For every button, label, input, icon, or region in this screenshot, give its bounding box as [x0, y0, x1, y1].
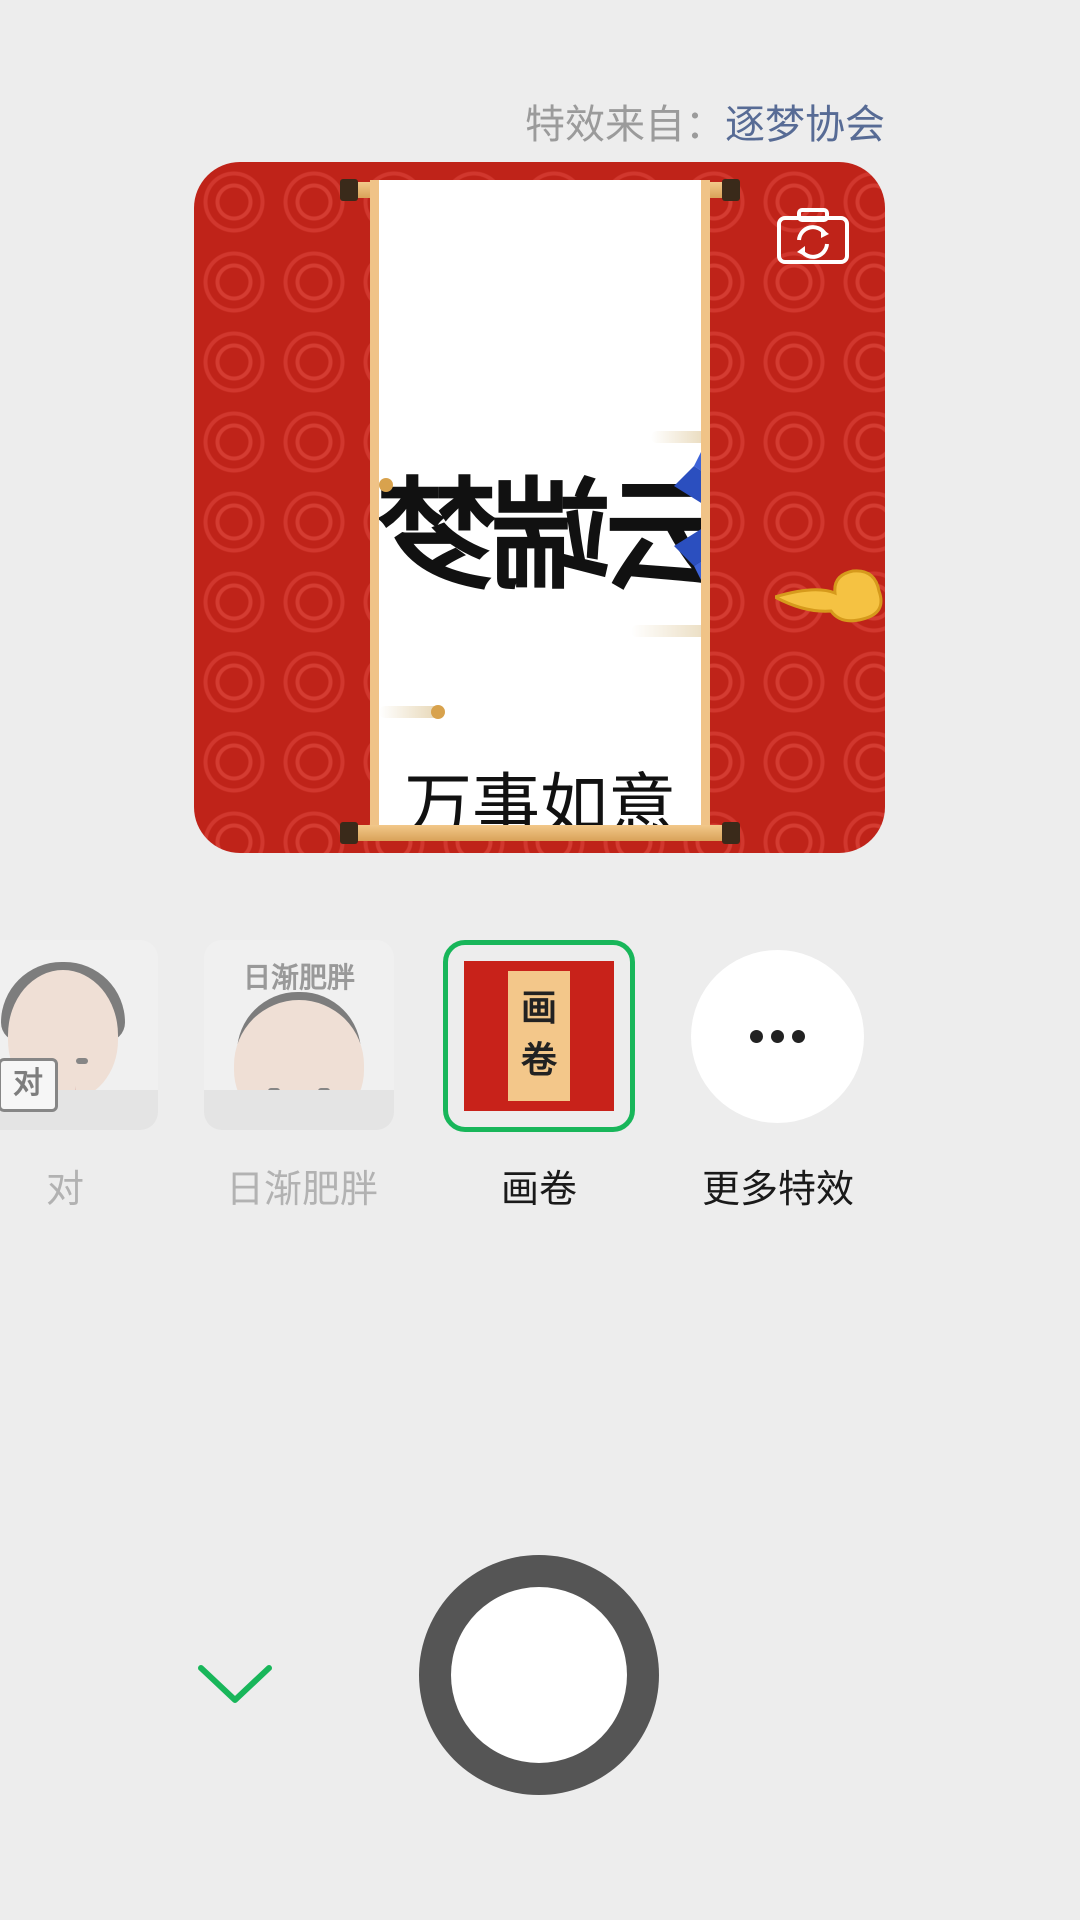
- camera-preview: 云端梦 万事如意: [194, 162, 885, 853]
- scroll-caption: 万事如意: [403, 767, 676, 832]
- cloud-bar: [379, 706, 439, 718]
- more-effects-button[interactable]: [691, 950, 864, 1123]
- effect-tile-rijianfeipang[interactable]: 日渐肥胖: [204, 940, 394, 1130]
- scroll-paper: 云端梦 万事如意: [370, 180, 710, 832]
- tile-badge: 对: [0, 1058, 58, 1112]
- effect-label: 对: [45, 1167, 84, 1211]
- cloud-bar: [631, 625, 701, 637]
- effect-tile-huajuan-selected[interactable]: 画卷: [443, 940, 635, 1132]
- huajuan-thumbnail: 画卷: [464, 961, 614, 1111]
- shutter-inner: [451, 1587, 627, 1763]
- thumb-scroll-text: 画卷: [508, 971, 570, 1101]
- effect-label: 画卷: [500, 1167, 577, 1211]
- camera-switch-icon[interactable]: [777, 208, 849, 264]
- cloud-dot: [431, 705, 445, 719]
- face-eye: [76, 1058, 88, 1064]
- cloud-bar: [651, 431, 701, 443]
- scroll-bottom-rod: [340, 822, 740, 844]
- tile-headline: 日渐肥胖: [242, 961, 355, 994]
- effect-credit: 特效来自：逐梦协会: [525, 92, 885, 150]
- face-shirt: [204, 1090, 394, 1130]
- cloud-dot: [379, 478, 393, 492]
- gold-cloud-icon: [775, 569, 883, 623]
- shutter-button[interactable]: [419, 1555, 659, 1795]
- more-dots-icon: [750, 1030, 805, 1043]
- credit-author-link[interactable]: 逐梦协会: [725, 102, 885, 148]
- credit-prefix: 特效来自：: [525, 102, 725, 148]
- chevron-down-icon[interactable]: [195, 1660, 275, 1710]
- logo-shape: [674, 452, 701, 580]
- effect-label: 日渐肥胖: [225, 1167, 378, 1211]
- effect-label: 更多特效: [701, 1167, 854, 1211]
- effect-tile-dui[interactable]: 对: [0, 940, 158, 1130]
